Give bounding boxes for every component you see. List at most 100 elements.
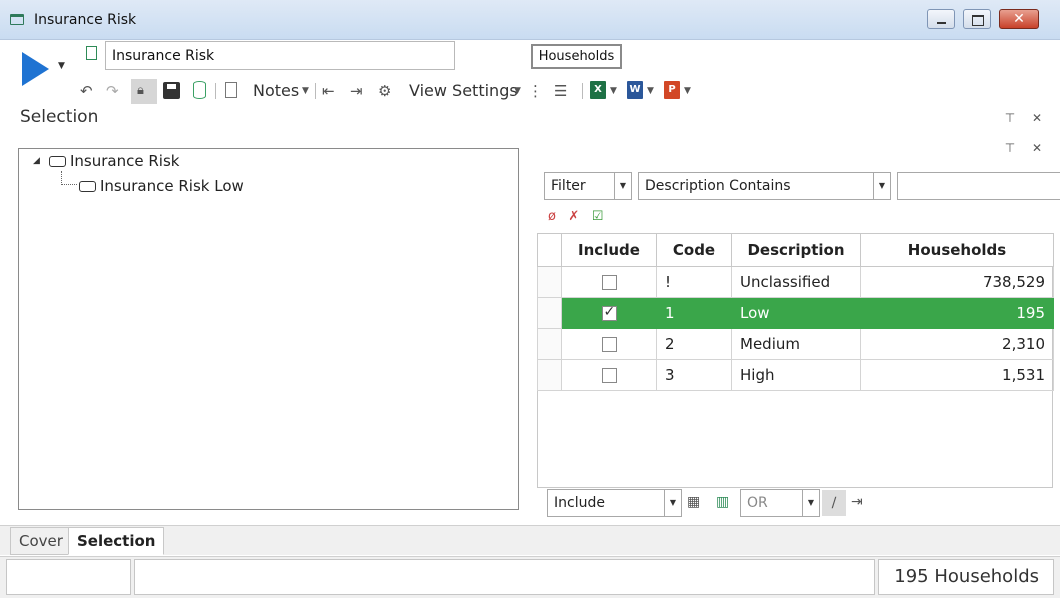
- save-icon[interactable]: [163, 82, 180, 99]
- document-icon: [86, 46, 97, 60]
- section-title: Selection: [20, 107, 99, 127]
- title-bar: Insurance Risk ✕: [0, 0, 1060, 40]
- filter-mode-select[interactable]: Filter ▼: [544, 172, 632, 200]
- status-cell: [6, 559, 131, 595]
- logic-operator-select[interactable]: OR ▼: [740, 489, 820, 517]
- row-header-cell: [537, 233, 562, 267]
- view-settings-button[interactable]: View Settings: [409, 80, 518, 102]
- lock-icon: 🔒︎: [137, 83, 144, 98]
- tree-node-child[interactable]: Insurance Risk Low: [79, 176, 244, 196]
- close-icon[interactable]: ✕: [1025, 106, 1049, 130]
- check-all-icon[interactable]: ☑: [592, 209, 604, 224]
- include-cell[interactable]: [561, 328, 657, 360]
- table-icon[interactable]: ☰: [554, 80, 567, 102]
- chevron-down-icon[interactable]: ▼: [614, 173, 631, 199]
- include-cell[interactable]: [561, 359, 657, 391]
- table-row[interactable]: 1 Low 195: [537, 297, 1054, 329]
- column-header-code[interactable]: Code: [656, 233, 732, 267]
- tab-cover[interactable]: Cover: [10, 527, 72, 555]
- description-cell: Unclassified: [731, 266, 861, 298]
- redo-icon[interactable]: ↷: [106, 80, 119, 102]
- row-header[interactable]: [537, 328, 562, 360]
- column-header-description[interactable]: Description: [731, 233, 861, 267]
- row-header[interactable]: [537, 266, 562, 298]
- selection-tree[interactable]: ◢ Insurance Risk Insurance Risk Low: [18, 148, 519, 510]
- word-dropdown-icon[interactable]: ▼: [647, 80, 654, 102]
- minimize-button[interactable]: [927, 9, 955, 29]
- view-settings-dropdown-icon[interactable]: ▼: [514, 80, 521, 102]
- selection-grid[interactable]: Include Code Description Households ! Un…: [537, 233, 1054, 488]
- filter-mode-value: Filter: [551, 178, 586, 194]
- pin-icon[interactable]: ⊤: [998, 136, 1022, 160]
- column-header-include[interactable]: Include: [561, 233, 657, 267]
- households-cell: 2,310: [860, 328, 1054, 360]
- settings-icon[interactable]: ⚙: [378, 80, 391, 102]
- row-header[interactable]: [537, 359, 562, 391]
- expand-icon[interactable]: ⇥: [851, 494, 863, 510]
- excel-icon[interactable]: X: [590, 81, 606, 99]
- powerpoint-dropdown-icon[interactable]: ▼: [684, 80, 691, 102]
- include-mode-value: Include: [554, 495, 605, 511]
- chevron-down-icon[interactable]: ▼: [664, 490, 681, 516]
- filter-operator-value: Description Contains: [645, 178, 791, 194]
- excel-dropdown-icon[interactable]: ▼: [610, 80, 617, 102]
- code-cell: !: [656, 266, 732, 298]
- maximize-button[interactable]: [963, 9, 991, 29]
- close-window-button[interactable]: ✕: [999, 9, 1039, 29]
- run-dropdown-icon[interactable]: ▼: [58, 61, 65, 71]
- clipboard-icon[interactable]: [225, 82, 237, 98]
- filter-operator-select[interactable]: Description Contains ▼: [638, 172, 891, 200]
- code-cell: 2: [656, 328, 732, 360]
- table-row[interactable]: 3 High 1,531: [537, 359, 1054, 391]
- include-cell[interactable]: [561, 266, 657, 298]
- outdent-icon[interactable]: ⇥: [350, 80, 363, 102]
- notes-dropdown-icon[interactable]: ▼: [302, 80, 309, 102]
- tree-node-label: Insurance Risk Low: [100, 177, 244, 195]
- chevron-down-icon[interactable]: ▼: [873, 173, 890, 199]
- selection-name-input[interactable]: [105, 41, 455, 70]
- tab-selection[interactable]: Selection: [68, 527, 165, 555]
- include-cell[interactable]: [561, 297, 657, 329]
- pencil-icon[interactable]: ∕: [822, 490, 846, 516]
- table-row[interactable]: ! Unclassified 738,529: [537, 266, 1054, 298]
- collapse-icon[interactable]: ◢: [33, 156, 40, 166]
- tree-node-root[interactable]: Insurance Risk: [49, 151, 179, 171]
- grid-header-row: Include Code Description Households: [537, 233, 1054, 267]
- edit-grid-icon[interactable]: ▦: [687, 494, 700, 510]
- clear-filter-icon[interactable]: ø: [548, 209, 556, 224]
- node-icon: [49, 156, 66, 167]
- row-header[interactable]: [537, 297, 562, 329]
- hierarchy-icon[interactable]: ⋮: [528, 80, 543, 102]
- include-checkbox[interactable]: [601, 337, 617, 352]
- grid-table: Include Code Description Households ! Un…: [537, 233, 1054, 391]
- remove-icon[interactable]: ✗: [568, 209, 579, 224]
- include-checkbox[interactable]: [601, 368, 617, 383]
- status-count: 195 Households: [894, 566, 1039, 587]
- households-button[interactable]: Households: [531, 44, 622, 69]
- app-icon: [10, 14, 24, 25]
- code-cell: 3: [656, 359, 732, 391]
- notes-button[interactable]: Notes: [253, 80, 299, 102]
- pin-icon[interactable]: ⊤: [998, 106, 1022, 130]
- include-checkbox[interactable]: [601, 275, 617, 290]
- include-mode-select[interactable]: Include ▼: [547, 489, 682, 517]
- filter-text-input[interactable]: [897, 172, 1060, 200]
- description-cell: Low: [731, 297, 861, 329]
- column-header-households[interactable]: Households: [860, 233, 1054, 267]
- node-icon: [79, 181, 96, 192]
- chevron-down-icon[interactable]: ▼: [802, 490, 819, 516]
- column-grid-icon[interactable]: ▥: [716, 494, 729, 510]
- word-icon[interactable]: W: [627, 81, 643, 99]
- run-icon[interactable]: [22, 52, 49, 86]
- lock-toggle[interactable]: [131, 79, 157, 104]
- undo-icon[interactable]: ↶: [80, 80, 93, 102]
- include-checkbox[interactable]: [601, 304, 617, 321]
- households-cell: 738,529: [860, 266, 1054, 298]
- powerpoint-icon[interactable]: P: [664, 81, 680, 99]
- toolbar-separator: [582, 83, 583, 99]
- database-icon[interactable]: [193, 81, 206, 99]
- close-icon[interactable]: ✕: [1025, 136, 1049, 160]
- tree-node-label: Insurance Risk: [70, 152, 180, 170]
- indent-icon[interactable]: ⇤: [322, 80, 335, 102]
- table-row[interactable]: 2 Medium 2,310: [537, 328, 1054, 360]
